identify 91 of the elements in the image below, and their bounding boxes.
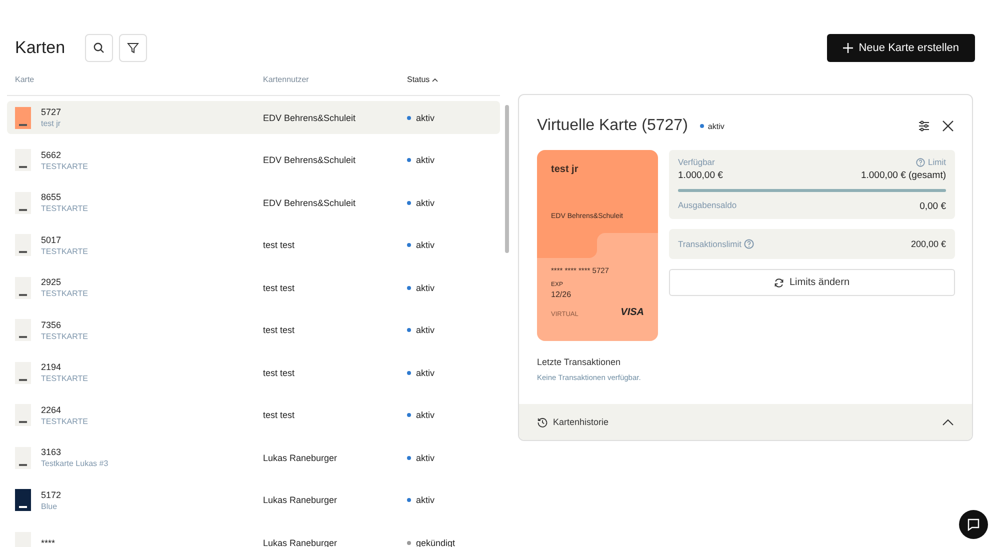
card-user: Lukas Raneburger: [263, 538, 338, 547]
status-text: aktiv: [416, 112, 435, 122]
sort-caret-icon: [432, 78, 438, 82]
card-name: TESTKARTE: [41, 289, 88, 298]
spent-amount: 0,00 €: [920, 201, 946, 212]
card-user: EDV Behrens&Schuleit: [263, 198, 357, 208]
card-user: EDV Behrens&Schuleit: [263, 112, 357, 122]
card-user: test test: [263, 325, 296, 335]
card-name: TESTKARTE: [41, 246, 88, 256]
chevron-icon[interactable]: [942, 418, 954, 426]
card-user: Lukas Raneburger: [263, 495, 338, 505]
card-row[interactable]: 3163 Testkarte Lukas #3 Lukas Raneburger aktiv: [7, 441, 500, 474]
status-text: aktiv: [416, 452, 435, 462]
chat-icon: [967, 518, 980, 531]
card-number: 2194: [41, 362, 62, 372]
card-brand: VISA: [620, 307, 644, 318]
transaction-limit-amount: 200,00 €: [910, 239, 946, 249]
transaction-limit-label: Transaktionslimit: [678, 239, 742, 249]
card-user: Lukas Raneburger: [263, 452, 338, 462]
card-row[interactable]: 8655 TESTKARTE EDV Behrens&Schuleit aktiv: [7, 186, 500, 219]
limit-amount: 1.000,00 € (gesamt): [860, 170, 946, 181]
chat-button[interactable]: [959, 510, 988, 539]
card-number: 2264: [41, 404, 62, 414]
filter-icon: [127, 42, 140, 54]
card-name: test jr: [41, 119, 62, 128]
history-bar[interactable]: Kartenhistorie: [519, 404, 972, 440]
help-icon[interactable]: [916, 158, 926, 166]
panel-title: Virtuelle Karte (5727): [537, 117, 688, 135]
card-row[interactable]: 5662 TESTKARTE EDV Behrens&Schuleit aktiv: [7, 144, 500, 176]
card-row[interactable]: 7356 TESTKARTE test test aktiv: [7, 314, 500, 346]
available-label: Verfügbar: [678, 157, 715, 167]
card-number: 7356: [41, 320, 62, 330]
create-card-button[interactable]: Neue Karte erstellen: [826, 34, 975, 62]
card-number: 2925: [41, 277, 62, 287]
refresh-icon: [774, 278, 784, 288]
status-text: aktiv: [416, 240, 435, 250]
card-name: Blue: [41, 502, 58, 510]
spent-label: Ausgabensaldo: [678, 200, 737, 210]
status-text: aktiv: [416, 325, 435, 335]
card-row[interactable]: 2264 TESTKARTE test test aktiv: [7, 398, 500, 432]
section-title: Letzte Transaktionen: [537, 357, 622, 367]
card-row[interactable]: **** Lukas Raneburger gekündigt: [7, 526, 500, 547]
card-row[interactable]: 5172 Blue Lukas Raneburger aktiv: [7, 484, 500, 516]
page-title: Karten: [15, 38, 66, 58]
status-text: aktiv: [416, 495, 435, 505]
status-text: gekündigt: [416, 538, 456, 547]
change-limits-button[interactable]: Limits ändern: [669, 269, 955, 296]
close-icon[interactable]: [942, 120, 954, 132]
card-name: TESTKARTE: [41, 204, 88, 213]
status-text: aktiv: [708, 122, 724, 130]
expiry-date: 12/26: [551, 290, 572, 299]
limit-label: Limit: [928, 157, 946, 167]
card-user: EDV Behrens&Schuleit: [263, 155, 357, 165]
card-row[interactable]: 2194 TESTKARTE test test aktiv: [7, 356, 500, 389]
status-text: aktiv: [416, 198, 435, 208]
card-name: Testkarte Lukas #3: [41, 459, 108, 468]
filter-button[interactable]: [119, 34, 148, 62]
card-holder: test jr: [551, 164, 580, 175]
search-button[interactable]: [85, 34, 114, 62]
history-icon: [537, 416, 548, 428]
available-amount: 1.000,00 €: [678, 170, 723, 181]
card-number: ****: [41, 538, 56, 547]
card-number: 5017: [41, 234, 62, 244]
status-text: aktiv: [416, 368, 435, 378]
card-user: test test: [263, 410, 296, 420]
column-header[interactable]: Kartennutzer: [263, 75, 407, 89]
card-row[interactable]: 5727 test jr EDV Behrens&Schuleit aktiv: [7, 101, 500, 134]
card-number: 5172: [41, 490, 62, 500]
search-icon: [93, 42, 106, 54]
column-header[interactable]: Karte: [15, 75, 263, 89]
card-name: TESTKARTE: [41, 416, 88, 426]
card-number: 5662: [41, 150, 62, 160]
card-name: TESTKARTE: [41, 374, 88, 383]
card-name: TESTKARTE: [41, 332, 88, 340]
status-text: aktiv: [416, 155, 435, 165]
card-number: 3163: [41, 447, 62, 457]
card-row[interactable]: 5017 TESTKARTE test test aktiv: [7, 228, 500, 262]
card-number: 5727: [41, 107, 62, 117]
card-name: TESTKARTE: [41, 162, 88, 170]
column-header[interactable]: Status: [407, 75, 500, 89]
card-row[interactable]: 2925 TESTKARTE test test aktiv: [7, 271, 500, 304]
history-label: Kartenhistorie: [553, 417, 609, 427]
card-user: test test: [263, 368, 296, 378]
card-user: test test: [263, 282, 296, 292]
plus-icon: [842, 42, 853, 52]
card-user: test test: [263, 240, 296, 250]
status-text: aktiv: [416, 410, 435, 420]
settings-icon[interactable]: [918, 120, 930, 132]
help-icon[interactable]: [744, 239, 754, 249]
card-number: 8655: [41, 192, 62, 202]
status-text: aktiv: [416, 282, 435, 292]
